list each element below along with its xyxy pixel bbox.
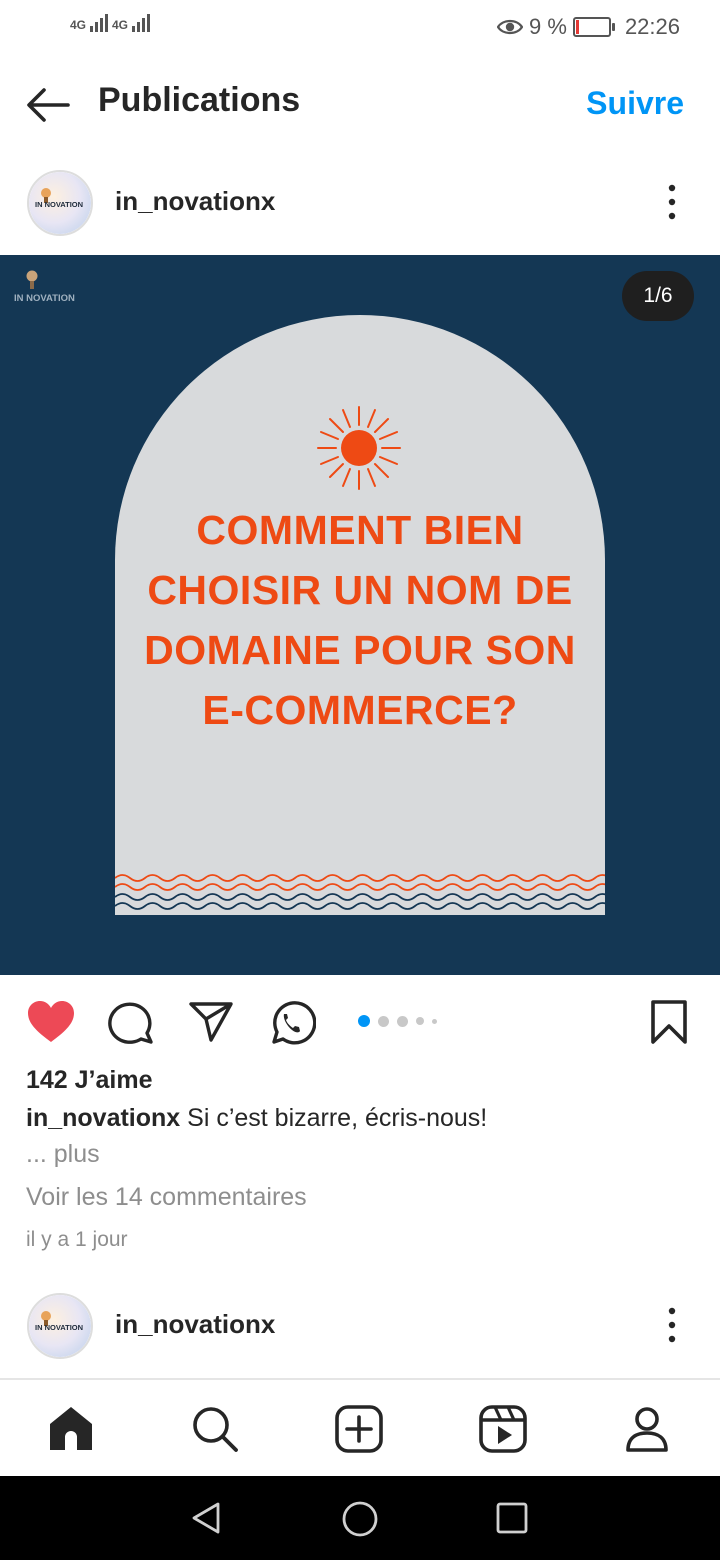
home-icon [50, 1407, 92, 1450]
status-right: 9 % 22:26 [497, 14, 680, 40]
eye-icon [497, 19, 524, 35]
wave-decoration [114, 870, 611, 915]
heart-icon [28, 1001, 74, 1042]
system-back-icon [192, 1502, 220, 1534]
system-nav-bar [0, 1476, 720, 1560]
innovation-logo: IN NOVATION [29, 1295, 91, 1357]
view-comments-link[interactable]: Voir les 14 commentaires [26, 1183, 307, 1212]
bottom-nav [0, 1378, 720, 1478]
like-button[interactable] [26, 998, 74, 1046]
whatsapp-button[interactable] [266, 998, 317, 1046]
share-icon [189, 1002, 233, 1042]
nav-create[interactable] [334, 1404, 384, 1454]
innovation-logo: IN NOVATION [14, 270, 75, 304]
avatar-logo-text: IN NOVATION [35, 200, 83, 209]
caption-username[interactable]: in_novationx [26, 1104, 180, 1132]
profile-icon [626, 1407, 668, 1452]
clock: 22:26 [624, 14, 680, 39]
innovation-logo: IN NOVATION [29, 172, 91, 234]
battery-icon [572, 17, 615, 37]
back-arrow-icon [27, 88, 70, 122]
system-recents-icon [496, 1502, 528, 1534]
signal-bars-icon [90, 14, 109, 32]
page-header: Publications Suivre [0, 55, 720, 150]
comment-icon [108, 1002, 153, 1044]
nav-home[interactable] [46, 1404, 96, 1454]
more-vertical-icon [668, 1307, 676, 1343]
back-button[interactable] [22, 79, 74, 131]
carousel-dot [397, 1015, 408, 1027]
reels-icon [479, 1405, 527, 1453]
carousel-dot [416, 1017, 424, 1025]
watermark-text: IN NOVATION [14, 293, 75, 304]
bookmark-icon [651, 1000, 687, 1044]
caption: in_novationx Si c’est bizarre, écris-nou… [26, 1104, 487, 1133]
next-post-username[interactable]: in_novationx [115, 1309, 275, 1340]
whatsapp-icon [272, 1001, 317, 1045]
post-more-button[interactable] [657, 182, 687, 222]
next-post-more-button[interactable] [657, 1305, 687, 1345]
nav-profile[interactable] [622, 1404, 672, 1454]
system-home-button[interactable] [341, 1500, 379, 1538]
sun-icon [316, 405, 402, 491]
post-avatar[interactable]: IN NOVATION [27, 170, 93, 236]
share-button[interactable] [187, 998, 235, 1046]
caption-text: Si c’est bizarre, écris-nous! [187, 1104, 488, 1132]
slide-counter: 1/6 [622, 271, 694, 321]
add-post-icon [335, 1405, 383, 1453]
page-title: Publications [98, 81, 301, 119]
save-button[interactable] [646, 998, 694, 1046]
signal-2-label: 4G [112, 18, 129, 32]
nav-search[interactable] [190, 1404, 240, 1454]
avatar-logo-text: IN NOVATION [35, 1323, 83, 1332]
post-username[interactable]: in_novationx [115, 186, 275, 217]
signal-1: 4G [70, 14, 109, 32]
carousel-dot-active [358, 1015, 370, 1027]
carousel-dots [358, 1015, 437, 1027]
post-headline: COMMENT BIEN CHOISIR UN NOM DE DOMAINE P… [144, 507, 576, 733]
carousel-dot [432, 1018, 437, 1024]
search-icon [193, 1407, 238, 1452]
likes-count[interactable]: 142 J’aime [26, 1066, 153, 1095]
system-home-icon [342, 1501, 378, 1537]
more-link[interactable]: ... plus [26, 1140, 100, 1169]
battery-percent: 9 % [529, 14, 567, 39]
system-recents-button[interactable] [495, 1501, 529, 1535]
signal-1-label: 4G [70, 18, 87, 32]
carousel-dot [378, 1015, 389, 1027]
signal-bars-icon [132, 14, 151, 32]
follow-button[interactable]: Suivre [586, 85, 684, 122]
post-timestamp: il y a 1 jour [26, 1228, 128, 1251]
status-bar: 4G 4G 9 % 22:26 [0, 0, 720, 55]
signal-2: 4G [112, 14, 151, 32]
system-back-button[interactable] [188, 1500, 224, 1536]
more-vertical-icon [668, 184, 676, 220]
image-watermark: IN NOVATION [12, 266, 98, 313]
comment-button[interactable] [107, 998, 155, 1046]
nav-reels[interactable] [478, 1404, 528, 1454]
next-post-avatar[interactable]: IN NOVATION [27, 1293, 93, 1359]
